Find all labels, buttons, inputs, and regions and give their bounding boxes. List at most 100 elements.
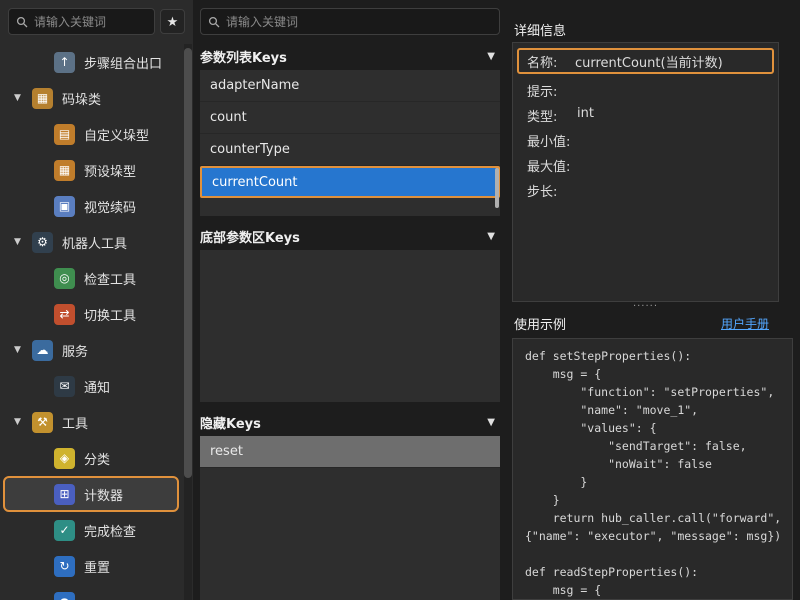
sidebar-item-label: 码垛类 xyxy=(62,89,101,108)
detail-row-max: 最大值: xyxy=(513,153,778,178)
section-header-bottom-param-keys[interactable]: 底部参数区Keys ▼ xyxy=(200,226,500,246)
code-example-text: def setStepProperties(): msg = { "functi… xyxy=(513,339,792,600)
detail-field-value: int xyxy=(577,106,594,121)
detail-title: 详细信息 xyxy=(514,20,566,39)
sidebar-item-notification[interactable]: ✉ 通知 xyxy=(0,368,182,404)
detail-row-step: 步长: xyxy=(513,178,778,203)
sidebar-item-reset[interactable]: ↻ 重置 xyxy=(0,548,182,584)
chevron-down-icon[interactable]: ▼ xyxy=(14,237,32,247)
detail-row-min: 最小值: xyxy=(513,128,778,153)
sidebar-item-label: 视觉续码 xyxy=(84,197,136,216)
user-manual-link[interactable]: 用户手册 xyxy=(721,315,769,332)
sidebar-item-label: 计数器 xyxy=(84,485,123,504)
detail-field-value: currentCount(当前计数) xyxy=(575,52,723,71)
parameter-keys-panel: 参数列表Keys ▼ adapterName count counterType… xyxy=(197,0,504,600)
favorites-filter-button[interactable]: ★ xyxy=(160,9,185,34)
counter-icon: ⊞ xyxy=(54,484,75,505)
app-window: ★ ↑ 步骤组合出口 ▼ ▦ 码垛类 ▤ 自定义垛型 ▦ 预设垛型 ▣ 视觉 xyxy=(0,0,800,600)
panel-resize-handle[interactable]: ······ xyxy=(512,301,779,313)
sidebar-item-service-category[interactable]: ▼ ☁ 服务 xyxy=(0,332,182,368)
detail-field-label: 类型: xyxy=(527,106,577,125)
tools-category-icon: ⚒ xyxy=(32,412,53,433)
search-icon xyxy=(16,16,28,28)
sidebar-item-inspection-tool[interactable]: ◎ 检查工具 xyxy=(0,260,182,296)
param-list-scrollbar-thumb[interactable] xyxy=(495,168,499,208)
vision-continue-icon: ▣ xyxy=(54,196,75,217)
sidebar-item-switch-tool[interactable]: ⇄ 切换工具 xyxy=(0,296,182,332)
step-library-sidebar: ★ ↑ 步骤组合出口 ▼ ▦ 码垛类 ▤ 自定义垛型 ▦ 预设垛型 ▣ 视觉 xyxy=(0,0,193,600)
hidden-key-list: reset xyxy=(200,436,500,600)
sidebar-item-classification[interactable]: ◈ 分类 xyxy=(0,440,182,476)
sidebar-item-label: 步骤组合出口 xyxy=(84,53,162,72)
param-key-item[interactable]: adapterName xyxy=(200,70,500,102)
switch-tool-icon: ⇄ xyxy=(54,304,75,325)
sidebar-item-label: 检查工具 xyxy=(84,269,136,288)
chevron-down-icon[interactable]: ▼ xyxy=(14,417,32,427)
robot-tools-category-icon: ⚙ xyxy=(32,232,53,253)
sidebar-item-step-group-exit[interactable]: ↑ 步骤组合出口 xyxy=(0,44,182,80)
sidebar-item-custom-pallet-pattern[interactable]: ▤ 自定义垛型 xyxy=(0,116,182,152)
detail-field-label: 提示: xyxy=(527,81,577,100)
partial-item-icon: ● xyxy=(54,592,75,600)
section-title: 参数列表Keys xyxy=(200,47,287,66)
detail-field-label: 最小值: xyxy=(527,131,577,150)
sidebar-item-label: 服务 xyxy=(62,341,88,360)
code-example-box: def setStepProperties(): msg = { "functi… xyxy=(512,338,793,600)
hidden-key-item[interactable]: reset xyxy=(200,436,500,468)
sidebar-scrollbar[interactable] xyxy=(184,44,192,600)
detail-row-type: 类型: int xyxy=(513,103,778,128)
sidebar-item-label: 预设垛型 xyxy=(84,161,136,180)
section-header-hidden-keys[interactable]: 隐藏Keys ▼ xyxy=(200,412,500,432)
sidebar-item-label: 切换工具 xyxy=(84,305,136,324)
sidebar-search-input[interactable] xyxy=(34,15,147,29)
section-header-param-list-keys[interactable]: 参数列表Keys ▼ xyxy=(200,46,500,66)
sidebar-item-robot-tools-category[interactable]: ▼ ⚙ 机器人工具 xyxy=(0,224,182,260)
param-key-item[interactable]: counterType xyxy=(200,134,500,166)
collapse-icon[interactable]: ▼ xyxy=(487,231,500,242)
keys-search-input[interactable] xyxy=(226,15,492,29)
sidebar-item-label: 自定义垛型 xyxy=(84,125,149,144)
sidebar-item-label: 分类 xyxy=(84,449,110,468)
chevron-down-icon[interactable]: ▼ xyxy=(14,93,32,103)
detail-info-box: 名称: currentCount(当前计数) 提示: 类型: int 最小值: … xyxy=(512,42,779,302)
sidebar-item-vision-continue[interactable]: ▣ 视觉续码 xyxy=(0,188,182,224)
chevron-down-icon[interactable]: ▼ xyxy=(14,345,32,355)
sidebar-item-label: 机器人工具 xyxy=(62,233,127,252)
param-key-item-selected[interactable]: currentCount xyxy=(200,166,500,198)
example-title: 使用示例 xyxy=(514,314,566,333)
detail-row-hint: 提示: xyxy=(513,78,778,103)
sidebar-scrollbar-thumb[interactable] xyxy=(184,48,192,478)
sidebar-item-tools-category[interactable]: ▼ ⚒ 工具 xyxy=(0,404,182,440)
example-header: 使用示例 用户手册 xyxy=(512,314,793,332)
keys-search-box[interactable] xyxy=(200,8,500,35)
section-title: 底部参数区Keys xyxy=(200,227,300,246)
param-key-item[interactable]: count xyxy=(200,102,500,134)
detail-row-name-highlighted: 名称: currentCount(当前计数) xyxy=(517,48,774,74)
reset-icon: ↻ xyxy=(54,556,75,577)
collapse-icon[interactable]: ▼ xyxy=(487,417,500,428)
sidebar-item-preset-pallet-pattern[interactable]: ▦ 预设垛型 xyxy=(0,152,182,188)
sidebar-item-partial[interactable]: ● xyxy=(0,584,182,600)
detail-field-label: 最大值: xyxy=(527,156,577,175)
param-key-list: adapterName count counterType currentCou… xyxy=(200,70,500,216)
star-icon: ★ xyxy=(167,14,179,30)
sidebar-item-label: 完成检查 xyxy=(84,521,136,540)
completion-check-icon: ✓ xyxy=(54,520,75,541)
sidebar-item-counter[interactable]: ⊞ 计数器 xyxy=(3,476,179,512)
inspection-tool-icon: ◎ xyxy=(54,268,75,289)
param-list-scrollbar[interactable] xyxy=(495,72,499,214)
sidebar-search-box[interactable] xyxy=(8,8,155,35)
custom-pallet-icon: ▤ xyxy=(54,124,75,145)
search-icon xyxy=(208,16,220,28)
service-category-icon: ☁ xyxy=(32,340,53,361)
palletizing-category-icon: ▦ xyxy=(32,88,53,109)
preset-pallet-icon: ▦ xyxy=(54,160,75,181)
bottom-param-key-list xyxy=(200,250,500,402)
detail-field-label: 名称: xyxy=(527,52,575,71)
sidebar-item-completion-check[interactable]: ✓ 完成检查 xyxy=(0,512,182,548)
sidebar-item-label: 重置 xyxy=(84,557,110,576)
sidebar-item-label: 工具 xyxy=(62,413,88,432)
section-title: 隐藏Keys xyxy=(200,413,261,432)
sidebar-item-palletizing-category[interactable]: ▼ ▦ 码垛类 xyxy=(0,80,182,116)
collapse-icon[interactable]: ▼ xyxy=(487,51,500,62)
